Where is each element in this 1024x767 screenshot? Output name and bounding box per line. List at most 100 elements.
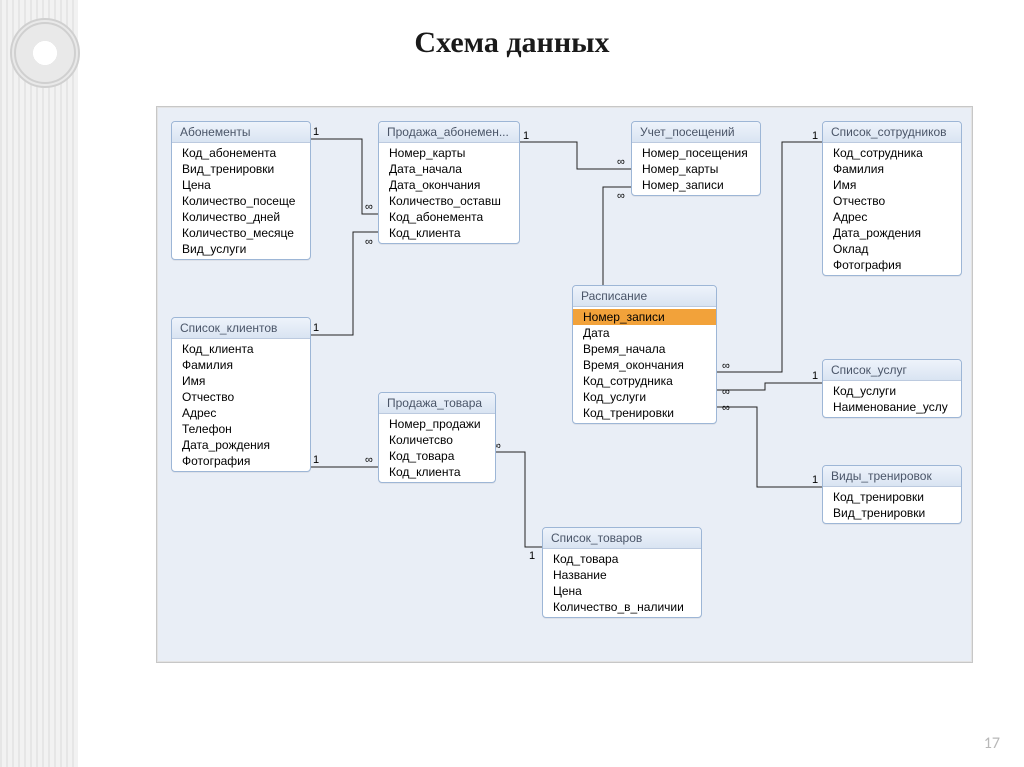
- field: Цена: [172, 177, 310, 193]
- field: Имя: [172, 373, 310, 389]
- field: Количество_дней: [172, 209, 310, 225]
- svg-text:1: 1: [529, 550, 535, 562]
- field: Имя: [823, 177, 961, 193]
- field: Время_окончания: [573, 357, 716, 373]
- diagram-canvas: 1 ∞ 1 ∞ ∞ 1 1 ∞ 1 ∞ 1 ∞ 1 ∞ 1 ∞ 1 ∞: [156, 106, 973, 663]
- svg-text:1: 1: [313, 322, 319, 334]
- table-fields: Номер_посещения Номер_карты Номер_записи: [632, 143, 760, 195]
- table-fields: Код_абонемента Вид_тренировки Цена Колич…: [172, 143, 310, 259]
- svg-text:∞: ∞: [722, 386, 730, 398]
- field: Телефон: [172, 421, 310, 437]
- table-header: Список_клиентов: [172, 318, 310, 339]
- field: Дата_рождения: [823, 225, 961, 241]
- table-header: Продажа_товара: [379, 393, 495, 414]
- field: Код_тренировки: [573, 405, 716, 421]
- table-trainings[interactable]: Виды_тренировок Код_тренировки Вид_трени…: [822, 465, 962, 524]
- field: Название: [543, 567, 701, 583]
- svg-text:1: 1: [313, 454, 319, 466]
- field: Наименование_услу: [823, 399, 961, 415]
- table-fields: Код_товара Название Цена Количество_в_на…: [543, 549, 701, 617]
- table-header: Абонементы: [172, 122, 310, 143]
- svg-text:1: 1: [812, 130, 818, 142]
- field: Отчество: [823, 193, 961, 209]
- field: Код_клиента: [172, 341, 310, 357]
- table-sale-goods[interactable]: Продажа_товара Номер_продажи Количетсво …: [378, 392, 496, 483]
- field: Фотография: [172, 453, 310, 469]
- table-employees[interactable]: Список_сотрудников Код_сотрудника Фамили…: [822, 121, 962, 276]
- svg-text:1: 1: [812, 370, 818, 382]
- table-clients[interactable]: Список_клиентов Код_клиента Фамилия Имя …: [171, 317, 311, 472]
- table-fields: Номер_продажи Количетсво Код_товара Код_…: [379, 414, 495, 482]
- table-fields: Код_тренировки Вид_тренировки: [823, 487, 961, 523]
- field: Код_абонемента: [172, 145, 310, 161]
- table-fields: Код_услуги Наименование_услу: [823, 381, 961, 417]
- decorative-strip: [0, 0, 78, 767]
- svg-text:∞: ∞: [617, 156, 625, 168]
- svg-text:∞: ∞: [617, 190, 625, 202]
- field: Количество_месяце: [172, 225, 310, 241]
- table-visits[interactable]: Учет_посещений Номер_посещения Номер_кар…: [631, 121, 761, 196]
- field: Код_клиента: [379, 225, 519, 241]
- field: Дата_начала: [379, 161, 519, 177]
- svg-text:1: 1: [523, 130, 529, 142]
- field: Количество_в_наличии: [543, 599, 701, 615]
- field: Дата_окончания: [379, 177, 519, 193]
- field: Вид_услуги: [172, 241, 310, 257]
- table-fields: Код_клиента Фамилия Имя Отчество Адрес Т…: [172, 339, 310, 471]
- table-header: Список_сотрудников: [823, 122, 961, 143]
- table-schedule[interactable]: Расписание Номер_записи Дата Время_начал…: [572, 285, 717, 424]
- svg-text:∞: ∞: [365, 236, 373, 248]
- field: Номер_посещения: [632, 145, 760, 161]
- field: Код_товара: [543, 551, 701, 567]
- table-header: Учет_посещений: [632, 122, 760, 143]
- slide: Схема данных: [0, 0, 1024, 767]
- svg-text:1: 1: [313, 126, 319, 138]
- table-fields: Номер_записи Дата Время_начала Время_око…: [573, 307, 716, 423]
- field: Код_клиента: [379, 464, 495, 480]
- svg-text:∞: ∞: [722, 360, 730, 372]
- field: Адрес: [172, 405, 310, 421]
- svg-text:1: 1: [812, 474, 818, 486]
- svg-text:∞: ∞: [365, 454, 373, 466]
- field: Количество_оставш: [379, 193, 519, 209]
- field: Оклад: [823, 241, 961, 257]
- field: Количетсво: [379, 432, 495, 448]
- table-fields: Код_сотрудника Фамилия Имя Отчество Адре…: [823, 143, 961, 275]
- slide-number: 17: [984, 734, 1000, 753]
- field: Дата: [573, 325, 716, 341]
- svg-text:∞: ∞: [722, 402, 730, 414]
- table-goods[interactable]: Список_товаров Код_товара Название Цена …: [542, 527, 702, 618]
- field-highlighted: Номер_записи: [573, 309, 716, 325]
- field: Код_сотрудника: [823, 145, 961, 161]
- field: Код_сотрудника: [573, 373, 716, 389]
- field: Количество_посеще: [172, 193, 310, 209]
- svg-text:∞: ∞: [365, 201, 373, 213]
- table-header: Расписание: [573, 286, 716, 307]
- table-abonements[interactable]: Абонементы Код_абонемента Вид_тренировки…: [171, 121, 311, 260]
- field: Отчество: [172, 389, 310, 405]
- field: Цена: [543, 583, 701, 599]
- field: Фотография: [823, 257, 961, 273]
- field: Номер_записи: [632, 177, 760, 193]
- field: Дата_рождения: [172, 437, 310, 453]
- field: Код_абонемента: [379, 209, 519, 225]
- field: Вид_тренировки: [172, 161, 310, 177]
- field: Адрес: [823, 209, 961, 225]
- field: Код_товара: [379, 448, 495, 464]
- field: Фамилия: [823, 161, 961, 177]
- field: Фамилия: [172, 357, 310, 373]
- field: Код_услуги: [823, 383, 961, 399]
- field: Код_услуги: [573, 389, 716, 405]
- table-header: Список_товаров: [543, 528, 701, 549]
- field: Код_тренировки: [823, 489, 961, 505]
- page-title: Схема данных: [0, 26, 1024, 60]
- field: Номер_продажи: [379, 416, 495, 432]
- field: Номер_карты: [632, 161, 760, 177]
- table-header: Виды_тренировок: [823, 466, 961, 487]
- table-services[interactable]: Список_услуг Код_услуги Наименование_усл…: [822, 359, 962, 418]
- table-header: Продажа_абонемен...: [379, 122, 519, 143]
- field: Вид_тренировки: [823, 505, 961, 521]
- field: Номер_карты: [379, 145, 519, 161]
- table-sale-abonements[interactable]: Продажа_абонемен... Номер_карты Дата_нач…: [378, 121, 520, 244]
- field: Время_начала: [573, 341, 716, 357]
